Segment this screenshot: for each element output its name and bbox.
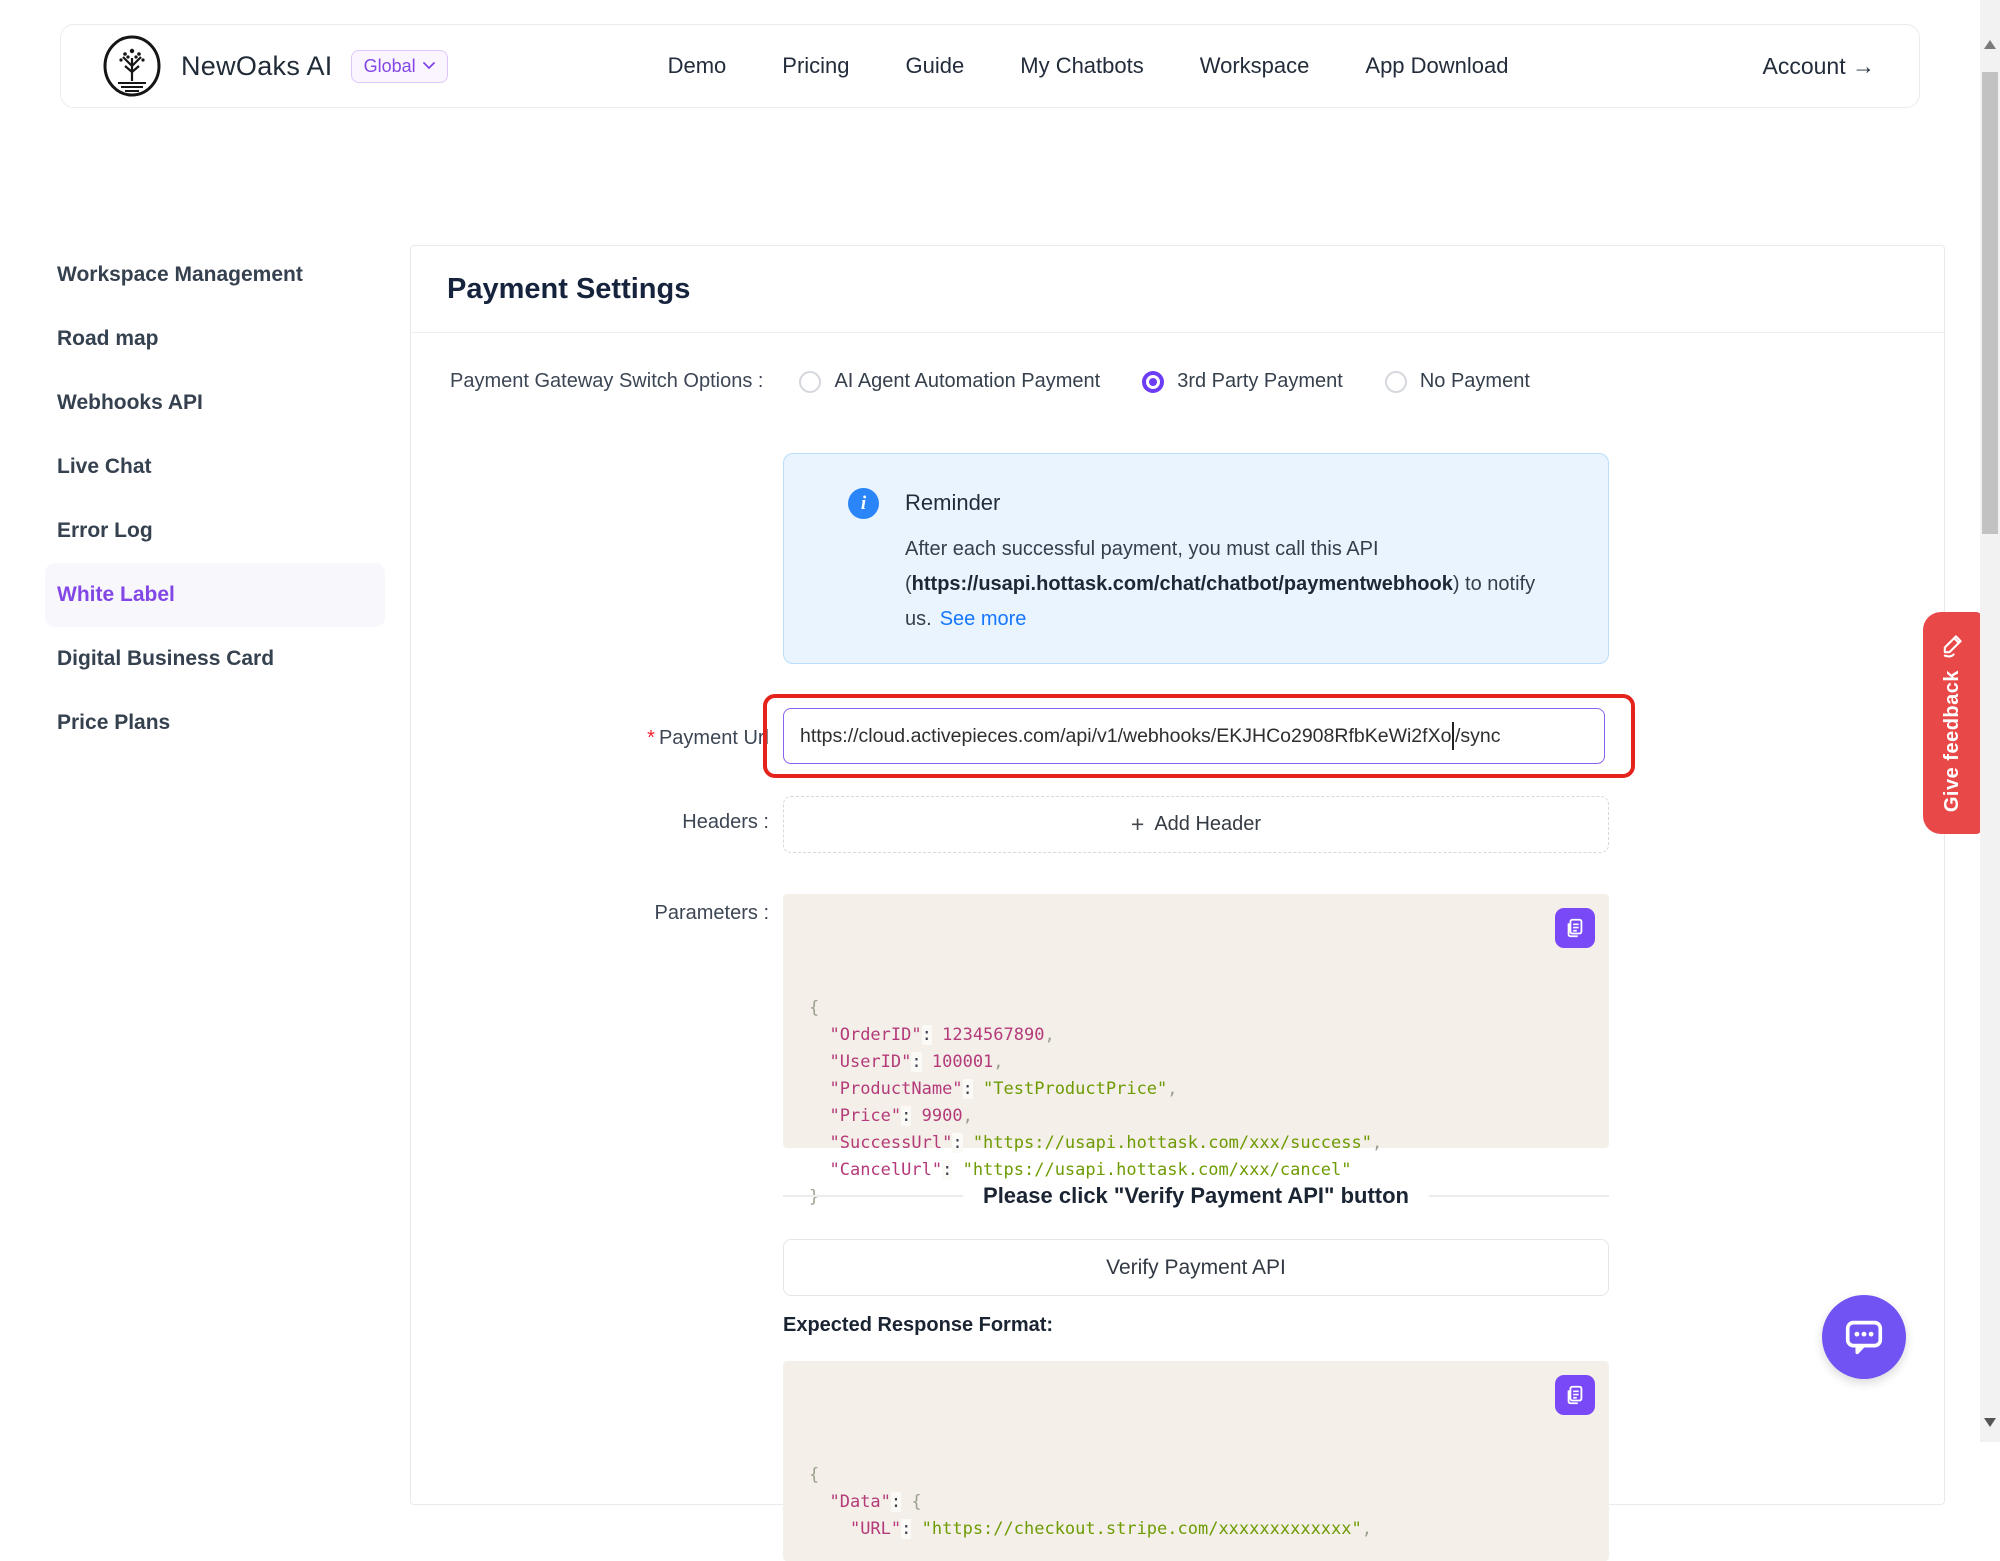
copy-icon <box>1564 1384 1586 1406</box>
newoaks-logo-icon <box>101 34 163 98</box>
code-line: "OrderID": 1234567890, <box>809 1022 1583 1049</box>
code-line: { <box>809 995 1583 1022</box>
code-line: "Data": { <box>809 1489 1583 1516</box>
code-line: "UserID": 100001, <box>809 1049 1583 1076</box>
text-caret <box>1452 722 1454 750</box>
required-asterisk: * <box>647 727 655 749</box>
sidebar-item-white-label[interactable]: White Label <box>45 563 385 627</box>
reminder-line2: (https://usapi.hottask.com/chat/chatbot/… <box>905 567 1535 602</box>
reminder-api-url: https://usapi.hottask.com/chat/chatbot/p… <box>912 573 1453 595</box>
nav-item-pricing[interactable]: Pricing <box>782 53 849 79</box>
sidebar-item-webhooks-api[interactable]: Webhooks API <box>45 371 385 435</box>
nav-item-guide[interactable]: Guide <box>906 53 965 79</box>
verify-payment-api-button[interactable]: Verify Payment API <box>783 1239 1609 1296</box>
give-feedback-tab[interactable]: Give feedback <box>1923 612 1982 834</box>
plus-icon: + <box>1131 811 1144 838</box>
sidebar-item-road-map[interactable]: Road map <box>45 307 385 371</box>
nav-item-my-chatbots[interactable]: My Chatbots <box>1020 53 1144 79</box>
region-selector[interactable]: Global <box>351 50 448 83</box>
settings-sidebar: Workspace ManagementRoad mapWebhooks API… <box>45 243 385 755</box>
give-feedback-label: Give feedback <box>1941 670 1964 812</box>
reminder-alert: i Reminder After each successful payment… <box>783 453 1609 664</box>
copy-button[interactable] <box>1555 908 1595 948</box>
chevron-down-icon <box>423 62 435 70</box>
headers-label: Headers : <box>411 811 769 834</box>
payment-settings-card: Payment Settings Payment Gateway Switch … <box>410 245 1945 1505</box>
parameters-label: Parameters : <box>411 902 769 925</box>
account-link[interactable]: Account → <box>1763 53 1876 80</box>
radio-option-ai-agent-automation-payment[interactable]: AI Agent Automation Payment <box>799 370 1100 393</box>
scrollbar-thumb[interactable] <box>1982 72 1998 534</box>
reminder-line3: us.See more <box>905 602 1535 637</box>
parameters-code-block: { "OrderID": 1234567890, "UserID": 10000… <box>783 894 1609 1148</box>
sidebar-item-error-log[interactable]: Error Log <box>45 499 385 563</box>
payment-url-label: *Payment Url <box>411 727 769 750</box>
sidebar-item-price-plans[interactable]: Price Plans <box>45 691 385 755</box>
add-header-button[interactable]: + Add Header <box>783 796 1609 853</box>
radio-label: No Payment <box>1420 370 1530 393</box>
pencil-icon <box>1939 630 1967 658</box>
info-icon: i <box>848 488 879 519</box>
radio-label: 3rd Party Payment <box>1177 370 1343 393</box>
code-line: "Price": 9900, <box>809 1103 1583 1130</box>
scroll-down-arrow-icon[interactable] <box>1984 1418 1996 1427</box>
copy-button[interactable] <box>1555 1375 1595 1415</box>
header-nav: Demo Pricing Guide My Chatbots Workspace App … <box>668 53 1509 79</box>
gateway-radio-group: AI Agent Automation Payment 3rd Party Pay… <box>799 370 1529 393</box>
page-title: Payment Settings <box>411 246 1944 333</box>
region-label: Global <box>364 56 416 77</box>
code-line: "SuccessUrl": "https://usapi.hottask.com… <box>809 1130 1583 1157</box>
reminder-line1: After each successful payment, you must … <box>905 532 1535 567</box>
code-line: "URL": "https://checkout.stripe.com/xxxx… <box>809 1516 1583 1543</box>
brand-name: NewOaks AI <box>181 51 333 82</box>
nav-item-demo[interactable]: Demo <box>668 53 727 79</box>
reminder-body: After each successful payment, you must … <box>905 532 1535 637</box>
nav-item-app-download[interactable]: App Download <box>1365 53 1508 79</box>
code-line: "ProductName": "TestProductPrice", <box>809 1076 1583 1103</box>
response-code-block: { "Data": { "URL": "https://checkout.str… <box>783 1361 1609 1561</box>
top-navbar: NewOaks AI Global Demo Pricing Guide My Cha… <box>60 24 1920 108</box>
copy-icon <box>1564 917 1586 939</box>
scroll-up-arrow-icon[interactable] <box>1984 40 1996 49</box>
radio-selected-icon <box>1142 371 1164 393</box>
gateway-switch-row: Payment Gateway Switch Options : AI Agen… <box>450 370 1530 393</box>
reminder-title: Reminder <box>905 490 1535 516</box>
chat-bubble-icon <box>1841 1314 1887 1360</box>
sidebar-item-live-chat[interactable]: Live Chat <box>45 435 385 499</box>
radio-option-3rd-party-payment[interactable]: 3rd Party Payment <box>1142 370 1343 393</box>
expected-response-label: Expected Response Format: <box>783 1314 1053 1337</box>
radio-label: AI Agent Automation Payment <box>834 370 1100 393</box>
radio-option-no-payment[interactable]: No Payment <box>1385 370 1530 393</box>
gateway-switch-label: Payment Gateway Switch Options : <box>450 370 763 393</box>
code-line: { <box>809 1462 1583 1489</box>
sidebar-item-digital-business-card[interactable]: Digital Business Card <box>45 627 385 691</box>
scrollbar[interactable] <box>1980 0 2000 1442</box>
radio-unselected-icon <box>1385 371 1407 393</box>
chat-widget-button[interactable] <box>1822 1295 1906 1379</box>
sidebar-item-workspace-management[interactable]: Workspace Management <box>45 243 385 307</box>
radio-unselected-icon <box>799 371 821 393</box>
nav-item-workspace[interactable]: Workspace <box>1200 53 1310 79</box>
see-more-link[interactable]: See more <box>940 608 1027 630</box>
payment-url-input[interactable]: https://cloud.activepieces.com/api/v1/we… <box>783 708 1605 764</box>
verify-hint: Please click "Verify Payment API" button <box>783 1176 1609 1216</box>
reminder-content: Reminder After each successful payment, … <box>905 488 1535 663</box>
